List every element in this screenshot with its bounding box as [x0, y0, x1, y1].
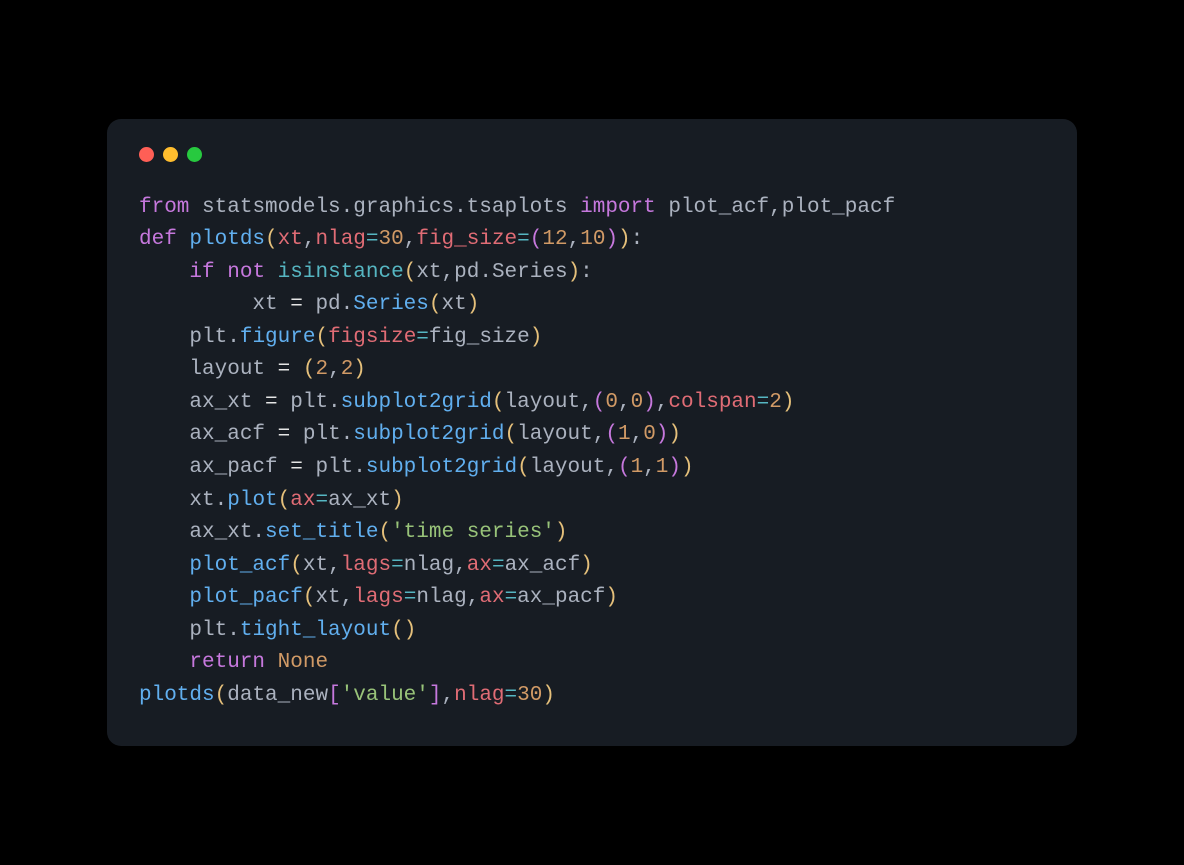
- code-line: ax_acf = plt.subplot2grid(layout,(1,0)): [139, 423, 681, 446]
- code-line: plot_acf(xt,lags=nlag,ax=ax_acf): [139, 554, 593, 577]
- code-line: xt = pd.Series(xt): [139, 293, 479, 316]
- code-block: from statsmodels.graphics.tsaplots impor…: [139, 192, 1045, 713]
- code-window: from statsmodels.graphics.tsaplots impor…: [107, 119, 1077, 747]
- code-line: ax_xt = plt.subplot2grid(layout,(0,0),co…: [139, 391, 794, 414]
- minimize-icon[interactable]: [163, 147, 178, 162]
- code-line: plotds(data_new['value'],nlag=30): [139, 684, 555, 707]
- window-titlebar: [139, 147, 1045, 162]
- code-line: plot_pacf(xt,lags=nlag,ax=ax_pacf): [139, 586, 618, 609]
- maximize-icon[interactable]: [187, 147, 202, 162]
- code-line: layout = (2,2): [139, 358, 366, 381]
- code-line: def plotds(xt,nlag=30,fig_size=(12,10)):: [139, 228, 643, 251]
- code-line: plt.tight_layout(): [139, 619, 416, 642]
- code-line: ax_pacf = plt.subplot2grid(layout,(1,1)): [139, 456, 694, 479]
- code-line: xt.plot(ax=ax_xt): [139, 489, 404, 512]
- code-line: plt.figure(figsize=fig_size): [139, 326, 542, 349]
- code-line: if not isinstance(xt,pd.Series):: [139, 261, 593, 284]
- code-line: from statsmodels.graphics.tsaplots impor…: [139, 196, 895, 219]
- code-line: return None: [139, 651, 328, 674]
- code-line: ax_xt.set_title('time series'): [139, 521, 568, 544]
- close-icon[interactable]: [139, 147, 154, 162]
